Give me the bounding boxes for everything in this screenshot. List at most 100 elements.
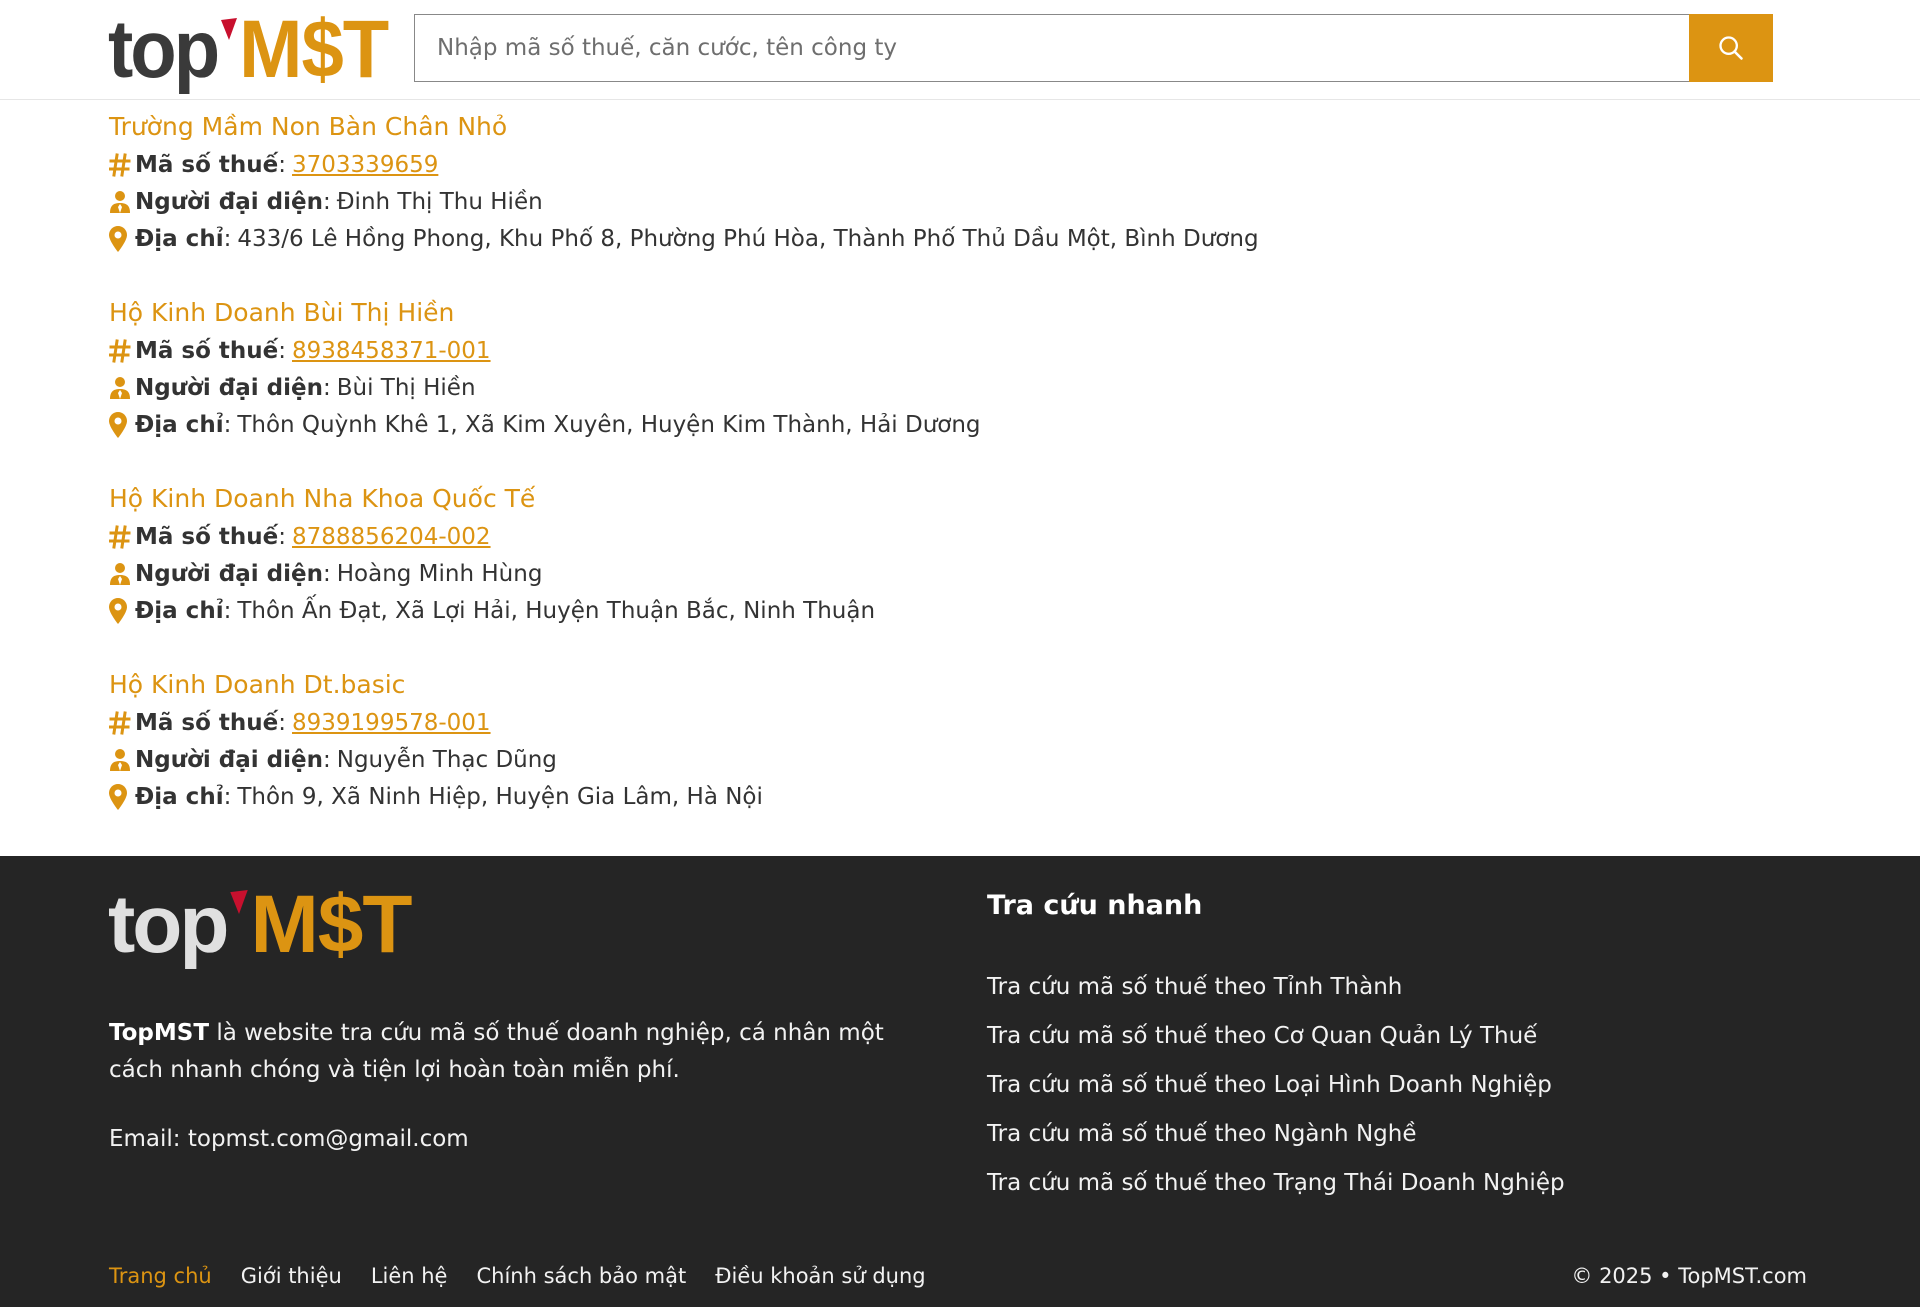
footer-nav-about[interactable]: Giới thiệu (241, 1264, 342, 1288)
representative-row: Người đại diện: Đinh Thị Thu Hiền (109, 183, 1609, 220)
company-name-link[interactable]: Hộ Kinh Doanh Nha Khoa Quốc Tế (109, 480, 1609, 518)
quick-lookup-links: Tra cứu mã số thuế theo Tỉnh Thành Tra c… (987, 974, 1565, 1219)
separator: : (223, 411, 232, 438)
site-logo[interactable]: top M$T (108, 3, 389, 96)
site-footer: top M$T TopMST là website tra cứu mã số … (0, 856, 1920, 1307)
quick-link[interactable]: Tra cứu mã số thuế theo Cơ Quan Quản Lý … (987, 1023, 1565, 1072)
map-marker-icon (109, 783, 135, 811)
tax-code-row: Mã số thuế: 3703339659 (109, 146, 1609, 183)
company-name-link[interactable]: Hộ Kinh Doanh Dt.basic (109, 666, 1609, 704)
separator: : (223, 225, 232, 252)
address-label: Địa chỉ (135, 783, 224, 810)
separator: : (278, 709, 287, 736)
tax-code-label: Mã số thuế (135, 337, 279, 364)
address-label: Địa chỉ (135, 597, 224, 624)
map-marker-icon (109, 597, 135, 625)
hash-icon (109, 523, 135, 551)
quick-lookup-heading: Tra cứu nhanh (987, 890, 1203, 921)
company-name-link[interactable]: Hộ Kinh Doanh Bùi Thị Hiền (109, 294, 1609, 332)
address-value: Thôn 9, Xã Ninh Hiệp, Huyện Gia Lâm, Hà … (237, 783, 763, 810)
footer-email[interactable]: Email: topmst.com@gmail.com (109, 1126, 469, 1152)
footer-nav-contact[interactable]: Liên hệ (371, 1264, 448, 1288)
tax-code-label: Mã số thuế (135, 151, 279, 178)
tax-code-link[interactable]: 3703339659 (292, 152, 438, 178)
address-label: Địa chỉ (135, 411, 224, 438)
representative-row: Người đại diện: Bùi Thị Hiền (109, 369, 1609, 406)
logo-top-text: top (108, 3, 220, 96)
footer-nav: Trang chủ Giới thiệu Liên hệ Chính sách … (109, 1264, 955, 1288)
tax-code-link[interactable]: 8938458371-001 (292, 338, 491, 364)
representative-value: Đinh Thị Thu Hiền (336, 188, 543, 215)
footer-nav-terms[interactable]: Điều khoản sử dụng (715, 1264, 925, 1288)
hash-icon (109, 151, 135, 179)
company-list: Trường Mầm Non Bàn Chân Nhỏ Mã số thuế: … (109, 108, 1609, 852)
address-value: Thôn Ấn Đạt, Xã Lợi Hải, Huyện Thuận Bắc… (237, 597, 876, 624)
footer-logo-top-text: top (108, 879, 229, 970)
separator: : (278, 151, 287, 178)
quick-link[interactable]: Tra cứu mã số thuế theo Loại Hình Doanh … (987, 1072, 1565, 1121)
address-row: Địa chỉ: Thôn 9, Xã Ninh Hiệp, Huyện Gia… (109, 778, 1609, 815)
tax-code-link[interactable]: 8788856204-002 (292, 524, 491, 550)
footer-logo[interactable]: top M$T (108, 879, 412, 970)
representative-value: Nguyễn Thạc Dũng (336, 746, 557, 773)
map-marker-icon (109, 411, 135, 439)
user-tie-icon (109, 746, 135, 774)
representative-value: Hoàng Minh Hùng (336, 560, 543, 587)
quick-link[interactable]: Tra cứu mã số thuế theo Trạng Thái Doanh… (987, 1170, 1565, 1219)
separator: : (322, 374, 331, 401)
tax-code-label: Mã số thuế (135, 523, 279, 550)
company-name-link[interactable]: Trường Mầm Non Bàn Chân Nhỏ (109, 108, 1609, 146)
user-tie-icon (109, 374, 135, 402)
separator: : (322, 188, 331, 215)
address-row: Địa chỉ: 433/6 Lê Hồng Phong, Khu Phố 8,… (109, 220, 1609, 257)
separator: : (223, 597, 232, 624)
company-item: Hộ Kinh Doanh Bùi Thị Hiền Mã số thuế: 8… (109, 294, 1609, 480)
footer-logo-mst-text: M$T (250, 879, 412, 970)
separator: : (223, 783, 232, 810)
representative-row: Người đại diện: Hoàng Minh Hùng (109, 555, 1609, 592)
address-value: Thôn Quỳnh Khê 1, Xã Kim Xuyên, Huyện Ki… (237, 411, 981, 438)
representative-row: Người đại diện: Nguyễn Thạc Dũng (109, 741, 1609, 778)
footer-nav-home[interactable]: Trang chủ (109, 1264, 212, 1288)
company-item: Hộ Kinh Doanh Nha Khoa Quốc Tế Mã số thu… (109, 480, 1609, 666)
footer-brand-name: TopMST (109, 1020, 210, 1046)
company-item: Hộ Kinh Doanh Dt.basic Mã số thuế: 89391… (109, 666, 1609, 852)
footer-nav-privacy[interactable]: Chính sách bảo mật (476, 1264, 686, 1288)
hash-icon (109, 337, 135, 365)
representative-label: Người đại diện (135, 746, 323, 773)
map-marker-icon (109, 225, 135, 253)
address-row: Địa chỉ: Thôn Ấn Đạt, Xã Lợi Hải, Huyện … (109, 592, 1609, 629)
quick-link[interactable]: Tra cứu mã số thuế theo Ngành Nghề (987, 1121, 1565, 1170)
footer-logo-accent-mark (230, 890, 249, 914)
representative-label: Người đại diện (135, 560, 323, 587)
separator: : (322, 560, 331, 587)
hash-icon (109, 709, 135, 737)
user-tie-icon (109, 560, 135, 588)
site-header: top M$T (0, 0, 1920, 100)
tax-code-row: Mã số thuế: 8938458371-001 (109, 332, 1609, 369)
address-label: Địa chỉ (135, 225, 224, 252)
tax-code-row: Mã số thuế: 8939199578-001 (109, 704, 1609, 741)
tax-code-link[interactable]: 8939199578-001 (292, 710, 491, 736)
tax-code-row: Mã số thuế: 8788856204-002 (109, 518, 1609, 555)
logo-mst-text: M$T (239, 3, 389, 96)
footer-description: TopMST là website tra cứu mã số thuế doa… (109, 1015, 929, 1089)
representative-label: Người đại diện (135, 188, 323, 215)
tax-code-label: Mã số thuế (135, 709, 279, 736)
representative-label: Người đại diện (135, 374, 323, 401)
company-item: Trường Mầm Non Bàn Chân Nhỏ Mã số thuế: … (109, 108, 1609, 294)
search-input[interactable] (414, 14, 1690, 82)
copyright: © 2025 • TopMST.com (1571, 1264, 1807, 1288)
separator: : (278, 337, 287, 364)
address-row: Địa chỉ: Thôn Quỳnh Khê 1, Xã Kim Xuyên,… (109, 406, 1609, 443)
search-icon (1719, 36, 1743, 60)
footer-description-text: là website tra cứu mã số thuế doanh nghi… (109, 1020, 884, 1083)
representative-value: Bùi Thị Hiền (336, 374, 476, 401)
address-value: 433/6 Lê Hồng Phong, Khu Phố 8, Phường P… (237, 225, 1259, 252)
quick-link[interactable]: Tra cứu mã số thuế theo Tỉnh Thành (987, 974, 1565, 1023)
user-tie-icon (109, 188, 135, 216)
separator: : (322, 746, 331, 773)
search-button[interactable] (1689, 14, 1773, 82)
separator: : (278, 523, 287, 550)
logo-accent-mark (221, 18, 238, 40)
